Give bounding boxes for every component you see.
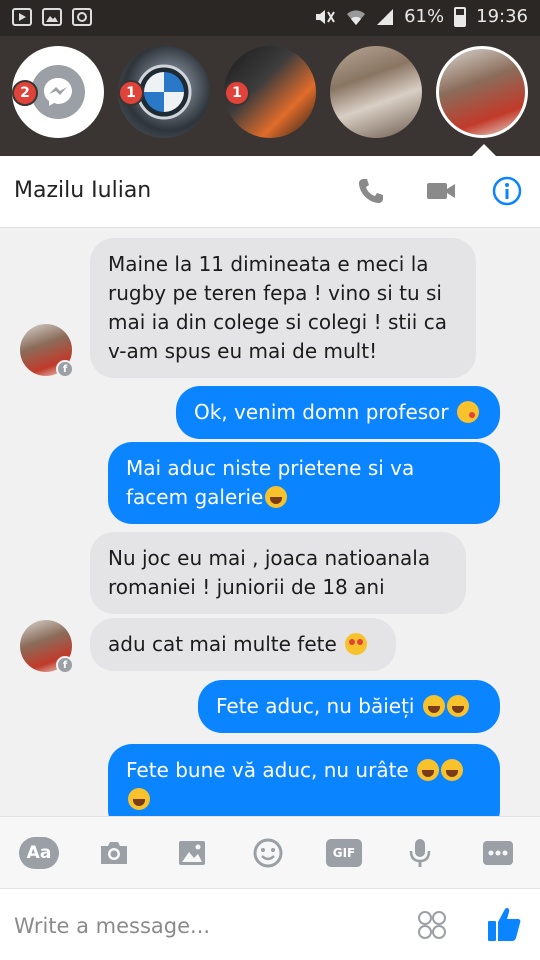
contact-name[interactable]: Mazilu Iulian (14, 178, 151, 203)
message-text: Nu joc eu mai , joaca natioanala romanie… (108, 546, 431, 599)
message-outgoing[interactable]: Mai aduc niste prietene si va facem gale… (108, 442, 500, 524)
battery-icon (454, 6, 467, 27)
facebook-icon: f (56, 656, 74, 674)
message-text: Ok, venim domn profesor (194, 400, 449, 424)
mute-icon (316, 9, 335, 24)
message-text: adu cat mai multe fete (108, 632, 337, 656)
gif-button[interactable]: GIF (326, 837, 362, 869)
message-outgoing[interactable]: Ok, venim domn profesor (176, 386, 500, 439)
active-chat-caret (472, 144, 496, 156)
wifi-icon (347, 9, 366, 25)
recycle-icon (72, 8, 92, 26)
message-incoming[interactable]: Maine la 11 dimineata e meci la rugby pe… (90, 238, 476, 378)
message-composer (0, 888, 540, 960)
text-format-icon: Aa (19, 837, 59, 869)
conversation-header: Mazilu Iulian (0, 156, 540, 228)
messenger-icon (31, 65, 85, 119)
message-input[interactable] (14, 909, 394, 943)
laugh-emoji-icon (446, 695, 469, 717)
kiss-emoji-icon (457, 401, 479, 423)
video-call-button[interactable] (424, 174, 458, 208)
laugh-emoji-icon (128, 788, 150, 810)
status-icons-right: 61% 19:36 (314, 6, 528, 27)
message-outgoing[interactable]: Fete aduc, nu băieți (198, 680, 500, 733)
laugh-emoji-icon (422, 695, 445, 717)
info-button[interactable] (490, 174, 524, 208)
call-button[interactable] (354, 174, 388, 208)
image-icon (179, 841, 205, 865)
gif-icon: GIF (326, 839, 362, 867)
message-text: Fete bune vă aduc, nu urâte (126, 758, 409, 782)
chat-heads-bar: 2 1 1 (0, 36, 540, 156)
laugh-emoji-icon (417, 759, 440, 781)
chat-head-active-contact[interactable] (436, 46, 528, 138)
microphone-icon (409, 839, 431, 867)
sticker-icon (418, 911, 446, 939)
message-text: Maine la 11 dimineata e meci la rugby pe… (108, 252, 447, 363)
gallery-icon (42, 8, 62, 26)
message-text: Fete aduc, nu băieți (216, 694, 415, 718)
status-bar: 61% 19:36 (0, 0, 540, 36)
youtube-icon (12, 8, 32, 26)
chat-head-badge: 1 (224, 80, 250, 106)
battery-percent: 61% (404, 6, 445, 27)
like-button[interactable] (486, 905, 522, 943)
chat-head-badge: 2 (12, 80, 38, 106)
contact-avatar[interactable]: f (20, 620, 74, 674)
message-incoming[interactable]: Nu joc eu mai , joaca natioanala romanie… (90, 532, 466, 614)
message-incoming[interactable]: adu cat mai multe fete (90, 618, 396, 671)
voice-button[interactable] (402, 837, 438, 869)
text-format-button[interactable]: Aa (18, 837, 60, 869)
gallery-button[interactable] (174, 837, 210, 869)
video-camera-icon (427, 183, 455, 199)
signal-icon (377, 8, 394, 25)
more-button[interactable] (480, 837, 516, 869)
status-icons-left (12, 8, 92, 26)
laugh-emoji-icon (441, 759, 464, 781)
phone-icon (359, 179, 383, 203)
message-outgoing[interactable]: Fete bune vă aduc, nu urâte (108, 744, 500, 816)
sticker-button[interactable] (416, 909, 448, 941)
thumbs-up-icon (488, 908, 521, 941)
chat-head-contact[interactable] (330, 46, 422, 138)
emoji-icon (253, 838, 283, 868)
heart-eyes-emoji-icon (345, 633, 368, 655)
camera-icon (101, 842, 127, 864)
facebook-icon: f (56, 360, 74, 378)
message-list[interactable]: Maine la 11 dimineata e meci la rugby pe… (0, 228, 540, 816)
contact-avatar[interactable]: f (20, 324, 74, 378)
chat-head-badge: 1 (118, 80, 144, 106)
clock: 19:36 (476, 6, 528, 27)
info-icon (492, 176, 522, 206)
emoji-button[interactable] (250, 837, 286, 869)
more-icon (483, 841, 513, 865)
composer-toolbar: Aa GIF (0, 816, 540, 888)
laugh-emoji-icon (265, 486, 288, 508)
camera-button[interactable] (96, 837, 132, 869)
